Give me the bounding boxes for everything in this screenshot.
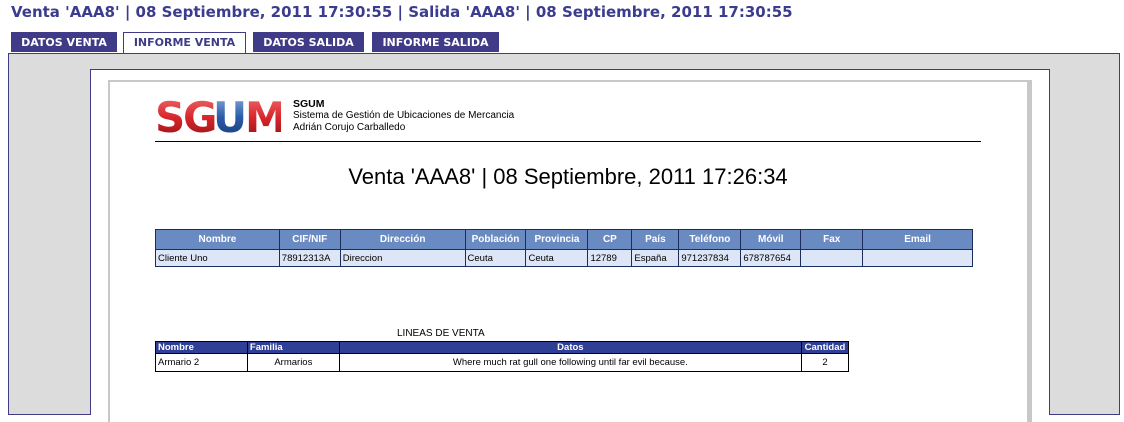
line-quantity-cell: 2 — [800, 353, 850, 372]
tab-datos-venta[interactable]: DATOS VENTA — [11, 32, 117, 52]
column-header: Nombre — [155, 341, 248, 354]
client-table-header: Nombre CIF/NIF Dirección Población Provi… — [155, 229, 973, 250]
logo-text: S — [155, 94, 183, 138]
table-row: Cliente Uno 78912313A Direccion Ceuta Ce… — [155, 249, 973, 267]
client-email-cell — [862, 249, 973, 267]
company-description: Sistema de Gestión de Ubicaciones de Mer… — [293, 110, 515, 121]
client-town-cell: Ceuta — [464, 249, 527, 267]
client-cif-cell: 78912313A — [278, 249, 341, 267]
page-title: Venta 'AAA8' | 08 Septiembre, 2011 17:30… — [11, 3, 793, 21]
column-header: Teléfono — [678, 229, 742, 250]
table-row: Armario 2 Armarios Where much rat gull o… — [155, 353, 850, 372]
column-header: Dirección — [339, 229, 466, 250]
lines-table-header: Nombre Familia Datos Cantidad — [155, 341, 850, 354]
column-header: Provincia — [525, 229, 589, 250]
line-data-cell: Where much rat gull one following until … — [338, 353, 802, 372]
company-author: Adrián Corujo Carballedo — [293, 122, 406, 133]
company-name: SGUM — [293, 98, 325, 110]
client-fax-cell — [800, 249, 864, 267]
column-header: Móvil — [740, 229, 802, 250]
sale-lines-table: Nombre Familia Datos Cantidad Armario 2 … — [155, 341, 850, 372]
svg-text:G: G — [183, 94, 215, 138]
client-name-cell: Cliente Uno — [155, 249, 280, 267]
sgum-logo: S G U M — [155, 94, 281, 138]
client-table: Nombre CIF/NIF Dirección Población Provi… — [155, 229, 973, 267]
client-mobile-cell: 678787654 — [740, 249, 802, 267]
column-header: Datos — [338, 341, 802, 354]
column-header: Población — [464, 229, 527, 250]
tab-datos-salida[interactable]: DATOS SALIDA — [253, 32, 364, 52]
tab-informe-venta[interactable]: INFORME VENTA — [123, 32, 246, 54]
svg-text:M: M — [245, 94, 281, 138]
client-cp-cell: 12789 — [587, 249, 633, 267]
tab-informe-salida[interactable]: INFORME SALIDA — [372, 32, 499, 52]
column-header: CP — [587, 229, 633, 250]
sale-lines-label: LINEAS DE VENTA — [397, 328, 485, 339]
client-province-cell: Ceuta — [525, 249, 589, 267]
line-family-cell: Armarios — [246, 353, 340, 372]
report-frame: S G U M SGUM Sistema de Gestión de Ubica… — [8, 53, 1120, 422]
report-page: S G U M SGUM Sistema de Gestión de Ubica… — [110, 82, 1027, 422]
column-header: Nombre — [155, 229, 280, 250]
column-header: CIF/NIF — [278, 229, 341, 250]
column-header: Email — [862, 229, 973, 250]
company-info: SGUM Sistema de Gestión de Ubicaciones d… — [293, 98, 514, 134]
column-header: País — [631, 229, 680, 250]
client-country-cell: España — [631, 249, 680, 267]
column-header: Fax — [800, 229, 864, 250]
report-title: Venta 'AAA8' | 08 Septiembre, 2011 17:26… — [348, 164, 788, 189]
line-name-cell: Armario 2 — [155, 353, 248, 372]
column-header: Familia — [246, 341, 340, 354]
report-viewer[interactable]: S G U M SGUM Sistema de Gestión de Ubica… — [90, 69, 1050, 422]
header-divider — [155, 141, 981, 142]
column-header: Cantidad — [800, 341, 850, 354]
client-phone-cell: 971237834 — [678, 249, 742, 267]
client-address-cell: Direccion — [339, 249, 466, 267]
svg-text:U: U — [213, 94, 244, 138]
